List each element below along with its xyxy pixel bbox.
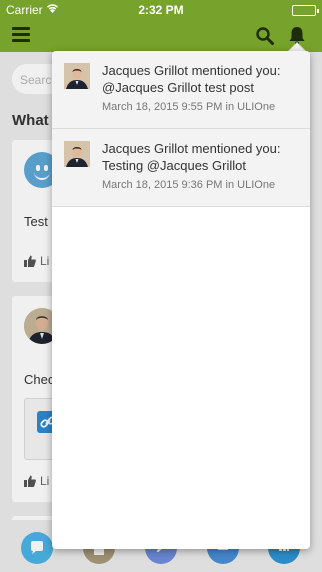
status-bar: Carrier 2:32 PM xyxy=(0,0,322,20)
notification-group: ULIOne xyxy=(237,101,276,113)
search-icon[interactable] xyxy=(255,26,275,46)
avatar xyxy=(64,63,90,89)
notification-group: ULIOne xyxy=(237,179,276,191)
notification-meta: March 18, 2015 9:36 PM in ULIOne xyxy=(102,179,275,191)
hamburger-icon[interactable] xyxy=(12,27,30,43)
notification-date: March 18, 2015 9:36 PM xyxy=(102,179,223,191)
notification-location-prefix: in xyxy=(225,101,235,113)
notification-item[interactable]: Jacques Grillot mentioned you: Testing @… xyxy=(52,129,310,207)
notifications-popover: Jacques Grillot mentioned you: @Jacques … xyxy=(52,51,310,549)
notification-item[interactable]: Jacques Grillot mentioned you: @Jacques … xyxy=(52,51,310,129)
notification-title: Jacques Grillot mentioned you: Testing @… xyxy=(102,141,281,173)
notification-meta: March 18, 2015 9:55 PM in ULIOne xyxy=(102,101,275,113)
notification-location-prefix: in xyxy=(225,179,235,191)
battery-icon xyxy=(292,5,319,16)
avatar xyxy=(64,141,90,167)
status-time: 2:32 PM xyxy=(138,3,184,17)
notification-date: March 18, 2015 9:55 PM xyxy=(102,101,223,113)
notification-title: Jacques Grillot mentioned you: @Jacques … xyxy=(102,63,281,95)
top-nav-bar xyxy=(0,20,322,52)
